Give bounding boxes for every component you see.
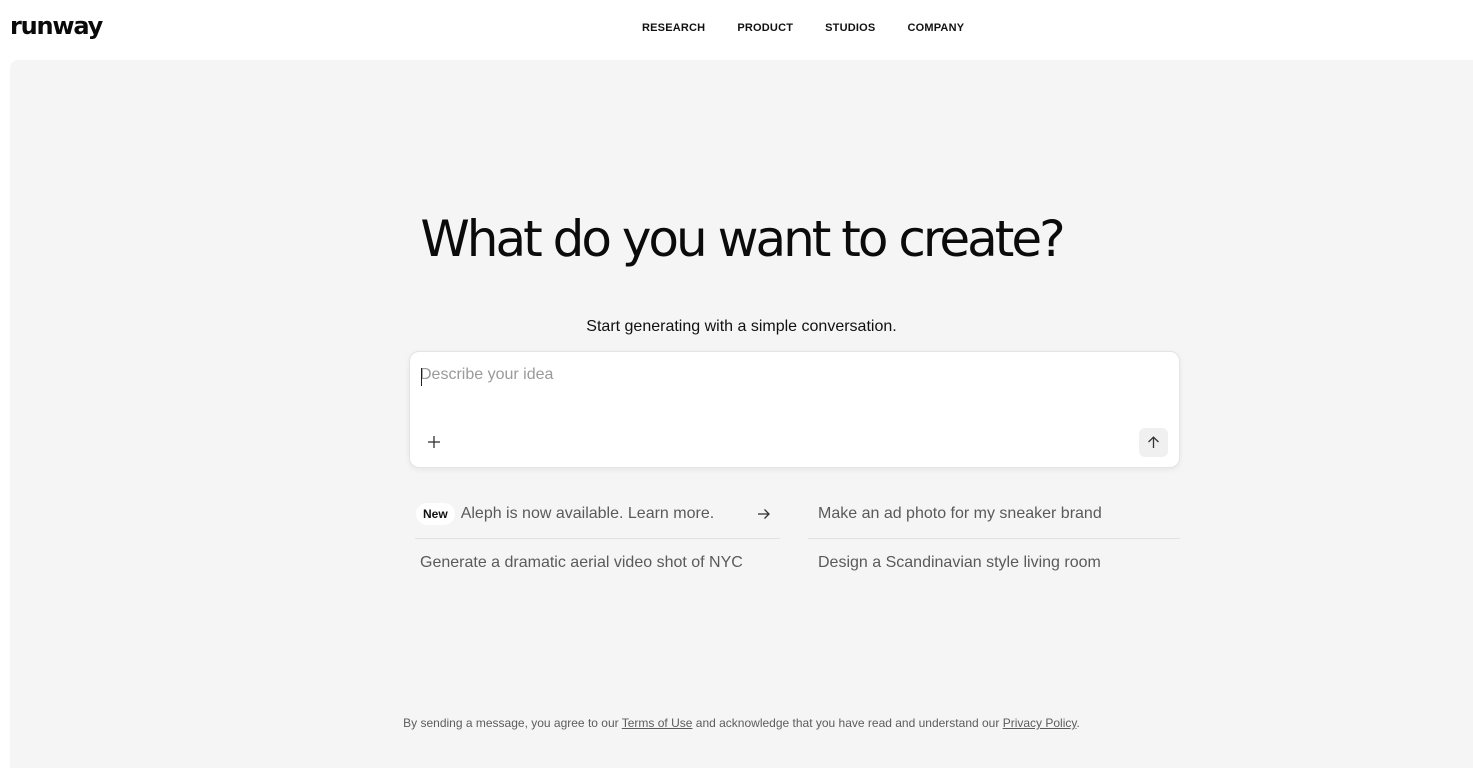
runway-logo[interactable]: runway	[10, 12, 103, 40]
main-stage: What do you want to create? Start genera…	[10, 60, 1473, 768]
nav-link-company[interactable]: COMPANY	[891, 22, 980, 34]
nav-link-product[interactable]: PRODUCT	[721, 22, 809, 34]
arrow-right-icon	[758, 509, 770, 519]
plus-icon	[428, 436, 440, 448]
arrow-up-icon	[1148, 436, 1159, 448]
suggestion-text: Aleph is now available. Learn more.	[460, 505, 715, 522]
suggestion-text: Make an ad photo for my sneaker brand	[818, 505, 1102, 522]
privacy-policy-link[interactable]: Privacy Policy	[1003, 716, 1077, 730]
suggestion-nyc-aerial[interactable]: Generate a dramatic aerial video shot of…	[420, 538, 780, 588]
hero-title: What do you want to create?	[420, 210, 1065, 268]
idea-input[interactable]	[420, 366, 1160, 406]
suggestion-text: Design a Scandinavian style living room	[818, 554, 1101, 571]
terms-of-use-link[interactable]: Terms of Use	[622, 716, 693, 730]
suggestion-living-room[interactable]: Design a Scandinavian style living room	[818, 538, 1180, 588]
prompt-composer	[409, 351, 1180, 468]
legal-notice: By sending a message, you agree to our T…	[10, 716, 1473, 730]
top-navigation-bar: runway RESEARCH PRODUCT STUDIOS COMPANY	[0, 0, 1473, 60]
add-attachment-button[interactable]	[424, 433, 444, 453]
hero-subtitle: Start generating with a simple conversat…	[586, 318, 897, 335]
suggestion-text: Generate a dramatic aerial video shot of…	[420, 554, 743, 571]
suggestion-sneaker-ad[interactable]: Make an ad photo for my sneaker brand	[818, 489, 1180, 539]
suggestion-aleph[interactable]: New Aleph is now available. Learn more.	[416, 489, 780, 539]
legal-suffix: .	[1076, 716, 1080, 730]
text-cursor	[421, 368, 422, 386]
new-badge: New	[416, 503, 455, 525]
main-nav: RESEARCH PRODUCT STUDIOS COMPANY	[626, 22, 980, 34]
nav-link-research[interactable]: RESEARCH	[626, 22, 721, 34]
nav-link-studios[interactable]: STUDIOS	[809, 22, 891, 34]
legal-middle: and acknowledge that you have read and u…	[695, 716, 1000, 730]
legal-prefix: By sending a message, you agree to our	[403, 716, 619, 730]
send-button[interactable]	[1139, 428, 1168, 457]
